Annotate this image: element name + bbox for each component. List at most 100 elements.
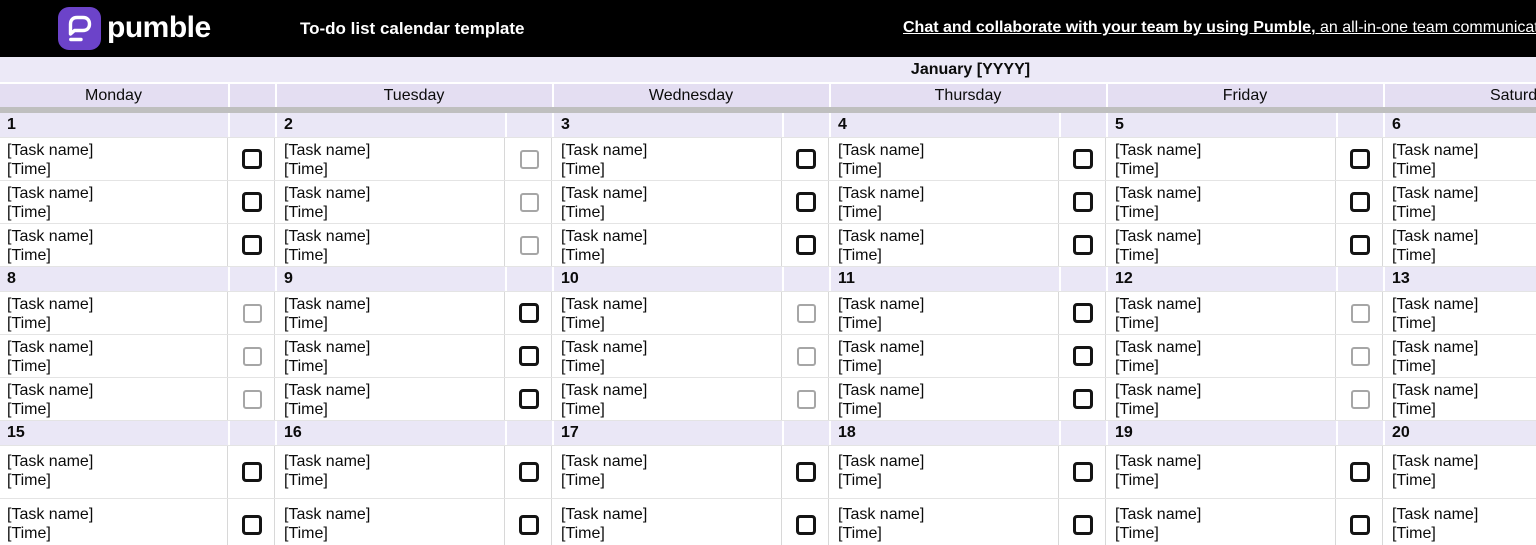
task-checkbox[interactable] <box>519 303 539 323</box>
task-cell[interactable]: [Task name] [Time] <box>277 499 505 545</box>
task-cell[interactable]: [Task name] [Time] <box>277 224 505 266</box>
task-cell[interactable]: [Task name] [Time] <box>1385 292 1536 334</box>
task-cell[interactable]: [Task name] [Time] <box>277 335 505 377</box>
date-cell: 9 <box>277 267 505 291</box>
task-cell[interactable]: [Task name] [Time] <box>831 499 1059 545</box>
task-cell[interactable]: [Task name] [Time] <box>554 224 782 266</box>
checkbox-cell <box>1061 181 1106 223</box>
task-name-label: [Task name] <box>838 506 925 523</box>
task-cell[interactable]: [Task name] [Time] <box>0 138 228 180</box>
promo-link[interactable]: Chat and collaborate with your team by u… <box>903 19 1536 37</box>
task-cell[interactable]: [Task name] [Time] <box>1385 138 1536 180</box>
task-cell[interactable]: [Task name] [Time] <box>277 378 505 420</box>
task-checkbox[interactable] <box>796 303 816 323</box>
task-checkbox[interactable] <box>242 389 262 409</box>
checkbox-cell <box>507 181 552 223</box>
task-checkbox[interactable] <box>796 192 816 212</box>
task-checkbox[interactable] <box>242 515 262 535</box>
task-cell[interactable]: [Task name] [Time] <box>277 292 505 334</box>
task-checkbox[interactable] <box>519 389 539 409</box>
task-cell[interactable]: [Task name] [Time] <box>831 181 1059 223</box>
task-checkbox[interactable] <box>796 149 816 169</box>
task-cell[interactable]: [Task name] [Time] <box>554 292 782 334</box>
task-cell[interactable]: [Task name] [Time] <box>0 446 228 498</box>
task-cell[interactable]: [Task name] [Time] <box>0 378 228 420</box>
task-checkbox[interactable] <box>1073 462 1093 482</box>
task-cell[interactable]: [Task name] [Time] <box>1385 378 1536 420</box>
task-cell[interactable]: [Task name] [Time] <box>0 181 228 223</box>
task-cell[interactable]: [Task name] [Time] <box>554 378 782 420</box>
task-checkbox[interactable] <box>519 235 539 255</box>
task-cell[interactable]: [Task name] [Time] <box>554 499 782 545</box>
task-cell[interactable]: [Task name] [Time] <box>277 138 505 180</box>
task-checkbox[interactable] <box>1350 346 1370 366</box>
date-spacer-cell <box>1061 267 1106 291</box>
checkbox-cell <box>507 138 552 180</box>
task-checkbox[interactable] <box>519 149 539 169</box>
task-checkbox[interactable] <box>242 235 262 255</box>
task-cell[interactable]: [Task name] [Time] <box>1108 446 1336 498</box>
task-checkbox[interactable] <box>1073 235 1093 255</box>
task-checkbox[interactable] <box>519 462 539 482</box>
task-cell[interactable]: [Task name] [Time] <box>1108 378 1336 420</box>
task-cell[interactable]: [Task name] [Time] <box>0 499 228 545</box>
task-cell[interactable]: [Task name] [Time] <box>0 224 228 266</box>
task-cell[interactable]: [Task name] [Time] <box>554 446 782 498</box>
task-cell[interactable]: [Task name] [Time] <box>831 446 1059 498</box>
task-cell[interactable]: [Task name] [Time] <box>1108 335 1336 377</box>
task-checkbox[interactable] <box>242 192 262 212</box>
task-checkbox[interactable] <box>1350 389 1370 409</box>
task-checkbox[interactable] <box>796 346 816 366</box>
task-cell[interactable]: [Task name] [Time] <box>831 224 1059 266</box>
task-cell[interactable]: [Task name] [Time] <box>0 292 228 334</box>
task-checkbox[interactable] <box>1350 303 1370 323</box>
task-checkbox[interactable] <box>1073 389 1093 409</box>
task-checkbox[interactable] <box>796 235 816 255</box>
task-cell[interactable]: [Task name] [Time] <box>831 138 1059 180</box>
task-cell[interactable]: [Task name] [Time] <box>831 378 1059 420</box>
task-checkbox[interactable] <box>1350 462 1370 482</box>
task-cell[interactable]: [Task name] [Time] <box>1108 138 1336 180</box>
task-checkbox[interactable] <box>1350 515 1370 535</box>
date-spacer-cell <box>230 267 275 291</box>
task-cell[interactable]: [Task name] [Time] <box>1385 181 1536 223</box>
task-cell[interactable]: [Task name] [Time] <box>1385 335 1536 377</box>
task-checkbox[interactable] <box>1073 346 1093 366</box>
task-cell[interactable]: [Task name] [Time] <box>1385 446 1536 498</box>
task-checkbox[interactable] <box>796 389 816 409</box>
task-cell[interactable]: [Task name] [Time] <box>1108 224 1336 266</box>
task-cell[interactable]: [Task name] [Time] <box>277 446 505 498</box>
task-checkbox[interactable] <box>1350 149 1370 169</box>
task-cell[interactable]: [Task name] [Time] <box>1108 499 1336 545</box>
task-checkbox[interactable] <box>242 149 262 169</box>
task-checkbox[interactable] <box>1073 515 1093 535</box>
task-cell[interactable]: [Task name] [Time] <box>1108 181 1336 223</box>
task-checkbox[interactable] <box>796 515 816 535</box>
task-cell[interactable]: [Task name] [Time] <box>831 292 1059 334</box>
task-checkbox[interactable] <box>1350 192 1370 212</box>
task-cell[interactable]: [Task name] [Time] <box>1385 224 1536 266</box>
task-checkbox[interactable] <box>1073 303 1093 323</box>
task-checkbox[interactable] <box>242 303 262 323</box>
task-checkbox[interactable] <box>1073 149 1093 169</box>
task-checkbox[interactable] <box>1073 192 1093 212</box>
task-checkbox[interactable] <box>519 346 539 366</box>
task-cell[interactable]: [Task name] [Time] <box>554 335 782 377</box>
date-spacer-cell <box>1061 113 1106 137</box>
task-checkbox[interactable] <box>1350 235 1370 255</box>
task-cell[interactable]: [Task name] [Time] <box>831 335 1059 377</box>
task-cell[interactable]: [Task name] [Time] <box>277 181 505 223</box>
task-cell[interactable]: [Task name] [Time] <box>1385 499 1536 545</box>
task-checkbox[interactable] <box>796 462 816 482</box>
day-header-friday: Friday <box>1108 84 1383 107</box>
task-cell[interactable]: [Task name] [Time] <box>0 335 228 377</box>
task-cell[interactable]: [Task name] [Time] <box>554 138 782 180</box>
task-cell[interactable]: [Task name] [Time] <box>554 181 782 223</box>
task-checkbox[interactable] <box>519 192 539 212</box>
task-checkbox[interactable] <box>242 346 262 366</box>
task-name-label: [Task name] <box>1115 228 1202 245</box>
task-cell[interactable]: [Task name] [Time] <box>1108 292 1336 334</box>
task-checkbox[interactable] <box>242 462 262 482</box>
task-checkbox[interactable] <box>519 515 539 535</box>
task-time-label: [Time] <box>561 247 605 264</box>
